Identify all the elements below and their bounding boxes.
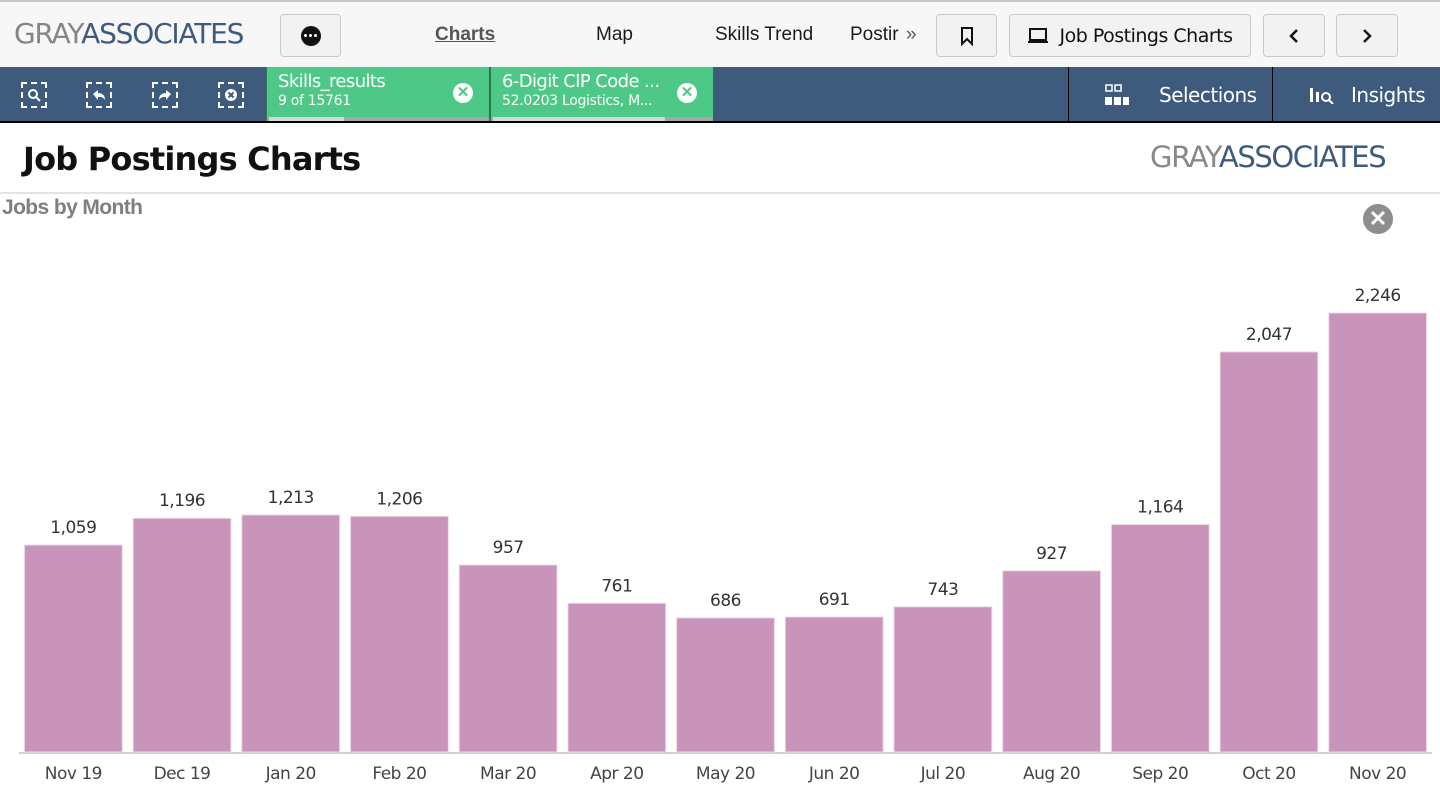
bar-sep-20[interactable] — [1110, 523, 1210, 753]
bar-apr-20[interactable] — [567, 602, 667, 753]
clear-selections-button[interactable] — [218, 82, 244, 108]
brand-logo-secondary: GRAYASSOCIATES — [1150, 140, 1387, 174]
chart-title: Jobs by Month — [2, 196, 143, 219]
bookmark-button[interactable] — [936, 14, 997, 57]
tab-charts[interactable]: Charts — [435, 24, 495, 46]
data-label: 743 — [927, 580, 958, 600]
page-title: Job Postings Charts — [23, 140, 361, 178]
header-divider — [0, 192, 1440, 194]
divider — [0, 121, 1440, 123]
more-tabs-icon[interactable]: » — [906, 24, 917, 46]
ellipsis-icon — [300, 25, 321, 46]
x-tick-label: Mar 20 — [480, 764, 536, 784]
insights-label: Insights — [1351, 82, 1426, 107]
tab-map[interactable]: Map — [596, 24, 633, 46]
insights-icon — [1310, 87, 1334, 104]
bar-aug-20[interactable] — [1002, 570, 1101, 753]
top-toolbar: GRAYASSOCIATES Charts Map Skills Trend P… — [0, 0, 1440, 67]
bar-nov-20[interactable] — [1328, 312, 1428, 753]
x-tick-label: Jun 20 — [808, 764, 860, 784]
smart-search-button[interactable] — [21, 82, 47, 108]
data-label: 1,059 — [50, 518, 96, 538]
selections-button[interactable]: Selections — [1068, 67, 1273, 122]
chevron-left-icon — [1289, 28, 1298, 43]
sheet-selector-button[interactable]: Job Postings Charts — [1009, 14, 1251, 57]
data-label: 2,246 — [1355, 286, 1401, 306]
undo-icon — [93, 90, 105, 100]
x-tick-label: Aug 20 — [1023, 764, 1080, 784]
selections-label: Selections — [1159, 82, 1257, 107]
remove-selection-icon[interactable]: ✕ — [677, 83, 697, 103]
bar-feb-20[interactable] — [350, 515, 449, 753]
data-label: 761 — [601, 576, 632, 596]
chip-subtitle: 9 of 15761 — [278, 93, 351, 109]
chip-title: 6-Digit CIP Code ... — [502, 71, 660, 92]
data-label: 1,213 — [268, 488, 314, 508]
bar-dec-19[interactable] — [132, 517, 232, 753]
x-tick-label: Nov 19 — [45, 764, 102, 784]
previous-sheet-button[interactable] — [1263, 14, 1325, 57]
next-sheet-button[interactable] — [1336, 14, 1398, 57]
selections-grid-icon — [1105, 83, 1129, 105]
chevron-right-icon — [1363, 28, 1372, 43]
bar-mar-20[interactable] — [458, 564, 558, 753]
clear-icon — [225, 89, 237, 101]
x-tick-label: Oct 20 — [1242, 764, 1295, 784]
x-tick-label: Jan 20 — [265, 764, 316, 784]
sheet-icon — [1028, 27, 1049, 43]
x-tick-label: Dec 19 — [154, 764, 211, 784]
selection-chip-skills[interactable]: Skills_results 9 of 15761 ✕ — [266, 67, 489, 122]
chip-subtitle: 52.0203 Logistics, M... — [502, 93, 653, 109]
tab-postings[interactable]: Postir — [850, 24, 899, 46]
bar-may-20[interactable] — [676, 617, 775, 753]
data-label: 686 — [710, 591, 741, 611]
data-label: 691 — [819, 590, 850, 610]
x-tick-label: Nov 20 — [1349, 764, 1406, 784]
x-tick-label: Jul 20 — [920, 764, 966, 784]
data-label: 2,047 — [1246, 325, 1292, 345]
bookmark-icon — [960, 26, 973, 46]
bar-jan-20[interactable] — [241, 514, 341, 753]
selection-chip-cip[interactable]: 6-Digit CIP Code ... 52.0203 Logistics, … — [490, 67, 713, 122]
bar-jul-20[interactable] — [893, 606, 993, 753]
data-label: 1,164 — [1137, 497, 1183, 517]
data-label: 957 — [493, 538, 524, 558]
bar-jun-20[interactable] — [784, 616, 884, 753]
data-label: 1,206 — [376, 489, 422, 509]
data-label: 927 — [1036, 544, 1067, 564]
data-label: 1,196 — [159, 491, 205, 511]
x-tick-label: Apr 20 — [590, 764, 643, 784]
tab-skills-trend[interactable]: Skills Trend — [715, 24, 813, 46]
x-tick-label: Sep 20 — [1132, 764, 1188, 784]
more-menu-button[interactable] — [280, 14, 341, 57]
x-tick-label: May 20 — [696, 764, 755, 784]
step-forward-button[interactable] — [152, 82, 178, 108]
remove-selection-icon[interactable]: ✕ — [453, 83, 473, 103]
chip-title: Skills_results — [278, 71, 386, 92]
bar-oct-20[interactable] — [1219, 351, 1319, 753]
redo-icon — [159, 90, 171, 100]
search-icon — [28, 89, 41, 102]
insights-button[interactable]: Insights — [1272, 67, 1440, 122]
bar-chart: 1,059 Nov 19 1,196 Dec 19 1,213 Jan 20 1,206 Fe… — [19, 286, 1432, 784]
bar-nov-19[interactable] — [23, 544, 123, 753]
step-back-button[interactable] — [86, 82, 112, 108]
brand-logo: GRAYASSOCIATES — [14, 17, 244, 50]
x-tick-label: Feb 20 — [372, 764, 426, 784]
sheet-button-label: Job Postings Charts — [1059, 24, 1233, 47]
selection-bar: Skills_results 9 of 15761 ✕ 6-Digit CIP … — [0, 67, 1440, 122]
